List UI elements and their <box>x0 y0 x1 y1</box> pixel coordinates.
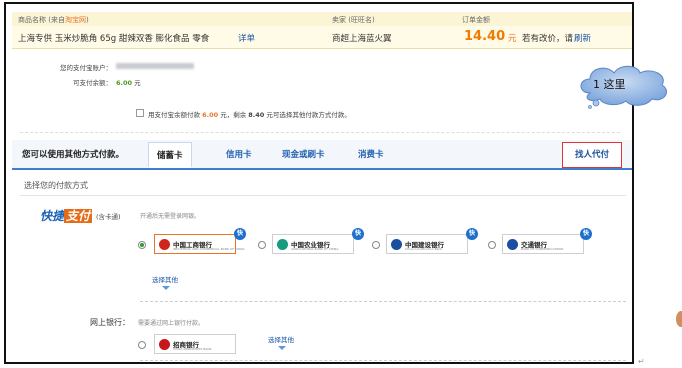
quick-pay-badge-icon: 快 <box>466 228 478 240</box>
balance-value: 6.00 <box>116 79 133 87</box>
use-balance-text: 用支付宝余额付款 6.00 元，剩余 8.40 元可选择其他付款方式付款。 <box>148 111 351 119</box>
account-email-redacted <box>116 62 194 70</box>
balance-label: 可支付余额： <box>73 79 112 87</box>
bank-english-name: AGRICULTURAL BANK OF CHINA <box>291 247 339 251</box>
bank-option-abc[interactable]: 中国农业银行 AGRICULTURAL BANK OF CHINA <box>272 234 354 254</box>
online-more-banks-link[interactable]: 选择其他 <box>268 334 294 344</box>
express-pay-logo: 快捷 支付 <box>40 209 93 223</box>
quick-pay-badge-icon: 快 <box>352 228 364 240</box>
find-someone-to-pay-button[interactable]: 找人代付 <box>562 142 622 168</box>
express-pay-subtitle: (含卡通) <box>96 213 121 221</box>
icbc-radio[interactable] <box>138 241 146 249</box>
bank-english-name: CHINA MERCHANTS BANK <box>173 347 212 351</box>
seller-column-header: 卖家 (旺旺名) <box>332 16 375 24</box>
bank-english-name: INDUSTRIAL AND COMMERCIAL BANK OF CHINA <box>173 247 245 251</box>
bank-option-cmb[interactable]: 招商银行 CHINA MERCHANTS BANK <box>154 334 236 354</box>
account-info: 您的支付宝账户： 可支付余额： 6.00 元 用支付宝余额付款 6.00 元，剩… <box>20 52 620 133</box>
ccb-logo-icon <box>391 239 402 250</box>
cmb-logo-icon <box>159 339 170 350</box>
tab-cash-or-card[interactable]: 现金或刷卡 <box>282 148 325 160</box>
tab-consumer-card[interactable]: 消费卡 <box>358 148 384 160</box>
balance-unit: 元 <box>134 79 141 87</box>
divider <box>140 301 626 302</box>
cmb-radio[interactable] <box>138 341 146 349</box>
account-label: 您的支付宝账户： <box>60 64 112 72</box>
order-row: 上海专供 玉米炒脆角 65g 甜辣双香 膨化食品 零食 详单 商超上海蓝火翼 1… <box>12 26 632 49</box>
seller-name: 商超上海蓝火翼 <box>332 34 392 44</box>
abc-logo-icon <box>277 239 288 250</box>
tab-debit-card[interactable]: 储蓄卡 <box>148 142 192 168</box>
online-banking-note: 需要通过网上银行付款。 <box>138 320 205 327</box>
product-name: 上海专供 玉米炒脆角 65g 甜辣双香 膨化食品 零食 <box>18 34 210 44</box>
bank-option-icbc[interactable]: 中国工商银行 INDUSTRIAL AND COMMERCIAL BANK OF… <box>154 234 245 254</box>
annotation-text: 1 这里 <box>593 78 626 91</box>
divider <box>140 360 626 361</box>
refresh-link[interactable]: 刷新 <box>574 32 591 44</box>
product-column-header: 商品名称 (来自淘宝网) <box>18 16 89 24</box>
bank-option-bocom[interactable]: 交通银行 BANK OF COMMUNICATIONS <box>502 234 584 254</box>
tab-credit-card[interactable]: 信用卡 <box>226 148 252 160</box>
bank-option-ccb[interactable]: 中国建设银行 China Construction Bank <box>386 234 468 254</box>
amount-unit: 元 <box>508 34 517 44</box>
payment-page-frame: 商品名称 (来自淘宝网) 卖家 (旺旺名) 订单金额 上海专供 玉米炒脆角 65… <box>4 2 634 364</box>
quick-pay-badge-icon: 快 <box>234 228 246 240</box>
details-link[interactable]: 详单 <box>238 32 255 44</box>
expand-arrow-icon[interactable] <box>162 286 170 290</box>
choose-method-title: 选择您的付款方式 <box>24 181 88 190</box>
payment-method-tabs: 您可以使用其他方式付款。 储蓄卡 信用卡 现金或刷卡 消费卡 找人代付 <box>12 140 632 170</box>
amount-column-header: 订单金额 <box>462 16 490 24</box>
abc-radio[interactable] <box>258 241 266 249</box>
bank-english-name: BANK OF COMMUNICATIONS <box>521 247 564 251</box>
bocom-radio[interactable] <box>488 241 496 249</box>
icbc-logo-icon <box>159 239 170 250</box>
price-change-note: 若有改价，请 <box>522 34 574 44</box>
bank-english-name: China Construction Bank <box>405 247 443 251</box>
quick-pay-badge-icon: 快 <box>580 228 592 240</box>
order-amount: 14.40 <box>464 29 506 44</box>
balance-value-wrap: 6.00 元 <box>116 77 141 87</box>
order-table-header: 商品名称 (来自淘宝网) 卖家 (旺旺名) 订单金额 <box>12 12 632 27</box>
use-balance-checkbox[interactable] <box>136 109 144 117</box>
other-methods-intro: 您可以使用其他方式付款。 <box>22 150 125 160</box>
expand-arrow-icon[interactable] <box>278 346 286 350</box>
divider <box>20 195 626 196</box>
online-banking-label: 网上银行： <box>90 318 130 327</box>
edge-decoration <box>676 311 682 327</box>
bocom-logo-icon <box>507 239 518 250</box>
ccb-radio[interactable] <box>372 241 380 249</box>
express-more-banks-link[interactable]: 选择其他 <box>152 274 178 284</box>
express-pay-note: 开通后无需登录网银。 <box>140 213 201 220</box>
return-mark: ↵ <box>638 357 645 366</box>
